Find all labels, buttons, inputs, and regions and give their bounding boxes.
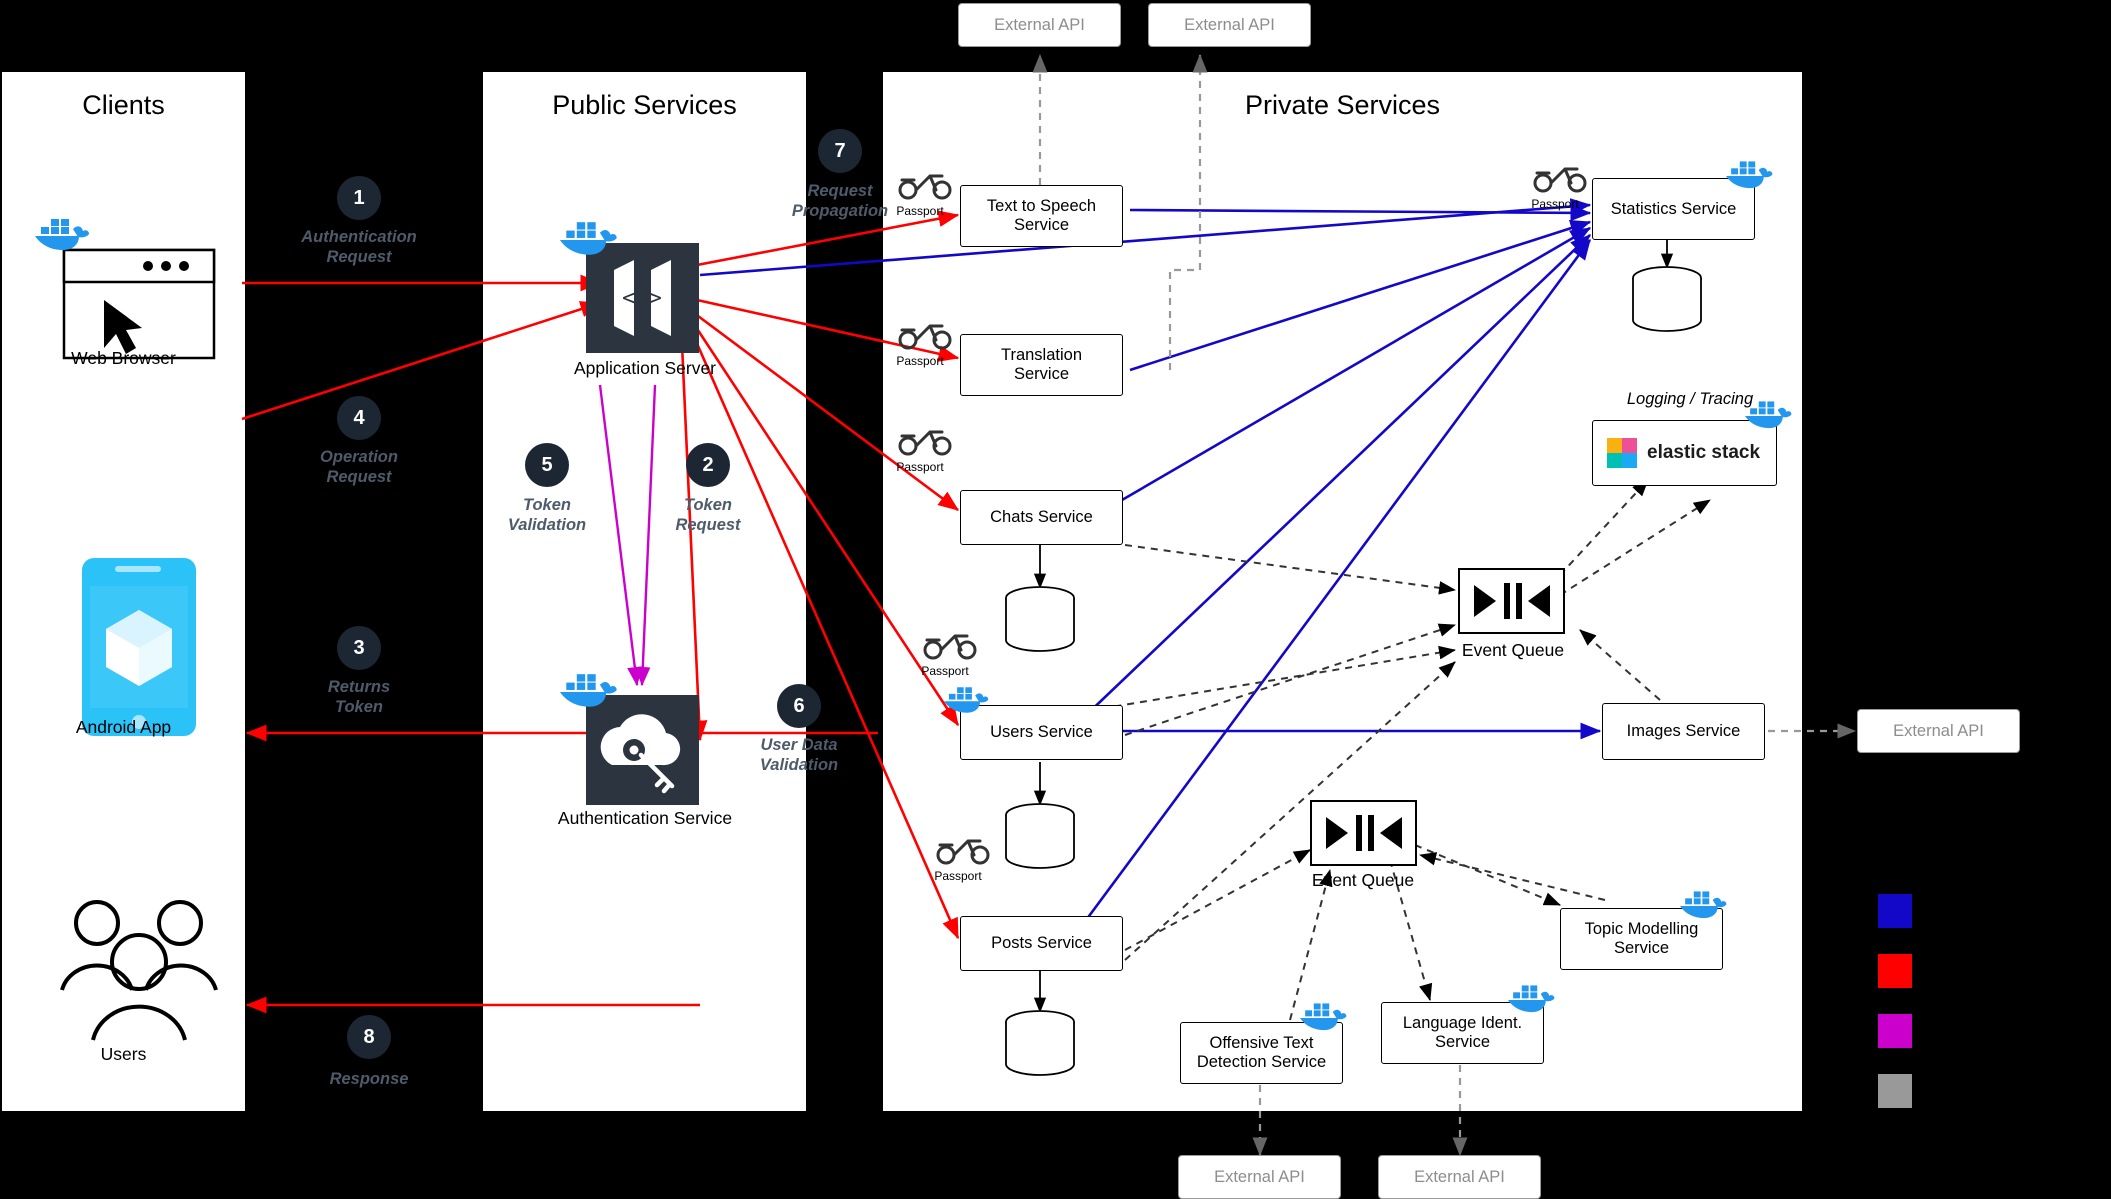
step-badge-3: 3: [337, 626, 381, 670]
web-browser-label: Web Browser: [71, 348, 176, 368]
statistics-service-label: Statistics Service: [1610, 199, 1737, 218]
step-label-5-line1: Token: [523, 496, 571, 514]
step-label-4: Operation Request: [277, 448, 441, 488]
translation-line2: Service: [1013, 365, 1070, 383]
node-topic-modelling-service[interactable]: Topic Modelling Service: [1560, 908, 1723, 970]
step-label-7-line1: Request: [807, 182, 873, 200]
public-services-column-title: Public Services: [552, 90, 737, 120]
text-to-speech-line1: Text to Speech: [986, 197, 1097, 216]
step-label-6-line1: User Data: [760, 736, 838, 754]
step-badge-8: 8: [347, 1015, 391, 1059]
step-label-2: Token Request: [626, 496, 790, 536]
node-users-service[interactable]: Users Service: [960, 705, 1123, 760]
event-queue-top-icon: [1458, 568, 1565, 634]
step-label-3-line2: Token: [335, 697, 383, 716]
node-statistics-service[interactable]: Statistics Service: [1592, 178, 1755, 240]
authentication-service-label: Authentication Service: [557, 808, 733, 828]
step-label-5-line2: Validation: [507, 515, 587, 534]
private-services-column-title: Private Services: [1244, 90, 1441, 120]
android-app-label: Android App: [75, 717, 172, 737]
event-queue-bottom-icon: [1310, 800, 1417, 866]
step-label-2-line1: Token: [684, 496, 732, 514]
elastic-stack-box[interactable]: elastic stack: [1592, 420, 1777, 486]
step-badge-1: 1: [337, 176, 381, 220]
node-offensive-text-detection-service[interactable]: Offensive Text Detection Service: [1180, 1022, 1343, 1084]
step-label-3-line1: Returns: [327, 678, 391, 696]
step-badge-4: 4: [337, 396, 381, 440]
step-badge-7: 7: [818, 129, 862, 173]
topic-modelling-line2: Service: [1613, 939, 1670, 957]
legend-swatch-blue: [1878, 894, 1912, 928]
external-api-bottom-right[interactable]: External API: [1378, 1155, 1541, 1199]
step-label-6-line2: Validation: [759, 755, 839, 774]
clients-column-title: Clients: [82, 90, 165, 120]
chats-service-label: Chats Service: [990, 508, 1093, 527]
translation-line1: Translation: [1000, 346, 1082, 365]
external-api-right[interactable]: External API: [1857, 709, 2020, 753]
step-label-2-line2: Request: [675, 515, 741, 534]
images-service-label: Images Service: [1626, 722, 1741, 741]
external-api-bottom-left[interactable]: External API: [1178, 1155, 1341, 1199]
language-line2: Service: [1434, 1033, 1491, 1051]
step-label-4-line2: Request: [326, 467, 392, 486]
step-badge-2: 2: [686, 443, 730, 487]
posts-service-label: Posts Service: [991, 934, 1092, 953]
step-label-1-line2: Request: [326, 247, 392, 266]
legend-swatch-red: [1878, 954, 1912, 988]
passport-label-text-to-speech: Passport: [896, 204, 944, 218]
step-label-3: Returns Token: [277, 678, 441, 718]
step-label-1-line1: Authentication: [301, 228, 417, 246]
users-label: Users: [100, 1044, 147, 1064]
external-api-top-right[interactable]: External API: [1148, 3, 1311, 47]
clients-column: [0, 70, 247, 1113]
application-server-label: Application Server: [573, 358, 717, 378]
node-language-identification-service[interactable]: Language Ident. Service: [1381, 1002, 1544, 1064]
event-queue-bottom-label: Event Queue: [1311, 870, 1415, 890]
users-service-label: Users Service: [990, 723, 1093, 742]
step-badge-6: 6: [777, 684, 821, 728]
step-label-4-line1: Operation: [320, 448, 398, 466]
step-badge-5: 5: [525, 443, 569, 487]
passport-label-chats: Passport: [896, 460, 944, 474]
elastic-logo-icon: [1607, 438, 1637, 468]
passport-label-posts: Passport: [934, 869, 982, 883]
node-chats-service[interactable]: Chats Service: [960, 490, 1123, 545]
node-images-service[interactable]: Images Service: [1602, 703, 1765, 760]
offensive-line1: Offensive Text: [1209, 1034, 1314, 1053]
offensive-line2: Detection Service: [1196, 1053, 1327, 1071]
passport-label-statistics: Passport: [1531, 197, 1579, 211]
topic-modelling-line1: Topic Modelling: [1584, 920, 1699, 939]
node-posts-service[interactable]: Posts Service: [960, 916, 1123, 971]
step-label-6: User Data Validation: [717, 736, 881, 776]
public-services-column: [481, 70, 808, 1113]
step-label-8-line1: Response: [329, 1070, 409, 1088]
passport-label-users: Passport: [921, 664, 969, 678]
event-queue-top-label: Event Queue: [1461, 640, 1565, 660]
diagram-canvas: Clients Public Services Private Services: [0, 0, 2111, 1199]
language-line1: Language Ident.: [1402, 1014, 1523, 1033]
passport-label-translation: Passport: [896, 354, 944, 368]
node-text-to-speech-service[interactable]: Text to Speech Service: [960, 185, 1123, 247]
event-queue-glyph-top: [1473, 583, 1550, 619]
step-label-5: Token Validation: [465, 496, 629, 536]
event-queue-glyph-bottom: [1325, 815, 1402, 851]
external-api-top-left[interactable]: External API: [958, 3, 1121, 47]
node-translation-service[interactable]: Translation Service: [960, 334, 1123, 396]
text-to-speech-line2: Service: [1013, 216, 1070, 234]
elastic-stack-label: elastic stack: [1647, 442, 1761, 463]
step-label-8: Response: [287, 1070, 451, 1090]
legend-swatch-magenta: [1878, 1014, 1912, 1048]
step-label-1: Authentication Request: [277, 228, 441, 268]
legend-swatch-gray: [1878, 1074, 1912, 1108]
logging-tracing-label: Logging / Tracing: [1626, 390, 1754, 408]
